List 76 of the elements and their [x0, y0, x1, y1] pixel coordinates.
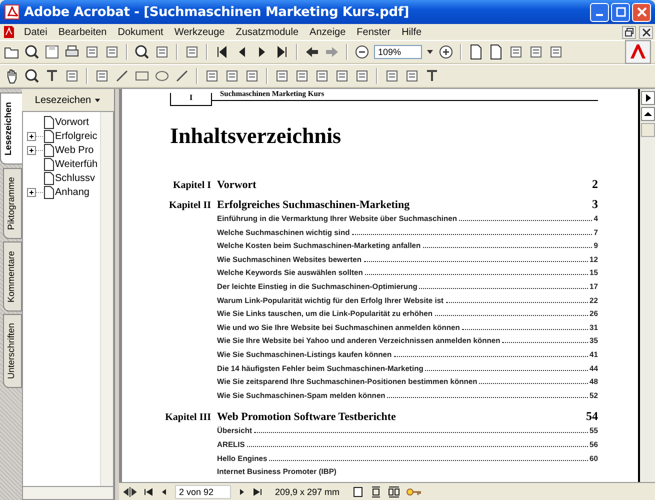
- page-number: 54: [586, 409, 598, 424]
- zoom-in-icon[interactable]: [438, 44, 454, 60]
- close-icon: [642, 28, 650, 36]
- zoom-in-icon[interactable]: [24, 68, 40, 84]
- menu-item[interactable]: Werkzeuge: [169, 26, 230, 38]
- page-icon: [44, 130, 54, 142]
- page-icon: [44, 116, 54, 128]
- expand-right-icon[interactable]: [640, 91, 654, 105]
- chapter-label: Kapitel III: [164, 412, 211, 424]
- menu-item[interactable]: Datei: [19, 26, 52, 38]
- chapter-label: Kapitel I: [172, 180, 211, 191]
- text-select-icon[interactable]: [44, 68, 60, 84]
- page-number: 3: [592, 197, 598, 212]
- restore-icon: [624, 28, 634, 36]
- scroll-up-icon[interactable]: [640, 107, 654, 121]
- expand-icon[interactable]: [27, 146, 43, 154]
- chapter-title: Vorwort: [217, 179, 258, 191]
- restore-button[interactable]: [622, 26, 636, 38]
- last-page-icon[interactable]: [253, 486, 263, 496]
- logo-icon[interactable]: [625, 40, 651, 64]
- bookmark-item[interactable]: Schlussv: [55, 172, 96, 184]
- zoom-out-icon[interactable]: [354, 44, 370, 60]
- chapter-label: Kapitel II: [168, 200, 211, 211]
- close-icon: [636, 7, 646, 17]
- save-icon[interactable]: [44, 44, 60, 60]
- bookmark-item[interactable]: Anhang: [55, 186, 90, 198]
- menu-item[interactable]: Dokument: [112, 26, 168, 38]
- document-icon: [2, 25, 16, 39]
- zoom-field[interactable]: 109%: [374, 45, 422, 59]
- expand-icon[interactable]: [27, 188, 43, 196]
- caret-icon[interactable]: [426, 48, 434, 56]
- page-icon: [44, 172, 54, 184]
- maximize-button[interactable]: [611, 2, 630, 22]
- page-field[interactable]: 2 von 92: [175, 484, 231, 498]
- page-size: 209,9 x 297 mm: [275, 486, 340, 496]
- close-button[interactable]: [639, 26, 653, 38]
- chapter-title: Erfolgreiches Suchmaschinen-Marketing: [217, 199, 411, 211]
- bookmark-item[interactable]: Erfolgreic: [55, 130, 98, 142]
- bookmark-item[interactable]: Web Pro: [55, 144, 94, 156]
- bookmark-item[interactable]: Vorwort: [55, 116, 89, 128]
- sidebar-tab[interactable]: Piktogramme: [3, 168, 22, 239]
- maximize-icon: [616, 7, 626, 17]
- single-page-icon[interactable]: [352, 486, 364, 498]
- page-icon: [44, 144, 54, 156]
- caret-icon[interactable]: [94, 96, 102, 104]
- expand-icon[interactable]: [27, 132, 43, 140]
- chapter-number: I: [170, 93, 212, 106]
- chapter-title: Web Promotion Software Testberichte: [217, 411, 397, 424]
- key-icon: [406, 486, 422, 496]
- window-title: Adobe Acrobat - [Suchmaschinen Marketing Kurs.pdf]: [24, 4, 410, 20]
- panel-title[interactable]: Lesezeichen: [34, 94, 92, 106]
- scrollbar-thumb[interactable]: [640, 123, 654, 137]
- bookmark-item[interactable]: Weiterfüh: [55, 158, 98, 170]
- page-icon[interactable]: [468, 44, 484, 60]
- page-number: 2: [592, 177, 598, 192]
- line-icon[interactable]: [174, 68, 190, 84]
- menu-item[interactable]: Anzeige: [304, 26, 351, 38]
- menu-item[interactable]: Bearbeiten: [53, 26, 112, 38]
- sidebar-tab[interactable]: Lesezeichen: [0, 93, 22, 165]
- minimize-icon: [596, 14, 603, 16]
- menu-item[interactable]: Zusatzmodule: [230, 26, 304, 38]
- ellipse-icon[interactable]: [154, 68, 170, 84]
- split-icon[interactable]: [123, 486, 137, 498]
- minimize-button[interactable]: [590, 2, 609, 22]
- page-icon: [44, 158, 54, 170]
- back-icon[interactable]: [304, 44, 320, 60]
- menu-item[interactable]: Hilfe: [396, 26, 427, 38]
- facing-icon[interactable]: [388, 486, 400, 498]
- sidebar-tab[interactable]: Unterschriften: [3, 314, 22, 388]
- first-page-icon[interactable]: [143, 486, 153, 496]
- sidebar-tab[interactable]: Kommentare: [3, 242, 22, 312]
- text-icon[interactable]: [424, 68, 440, 84]
- page-icon: [44, 186, 54, 198]
- app-icon: [4, 4, 20, 20]
- menu-item[interactable]: Fenster: [352, 26, 396, 38]
- document-heading: Inhaltsverzeichnis: [170, 123, 342, 149]
